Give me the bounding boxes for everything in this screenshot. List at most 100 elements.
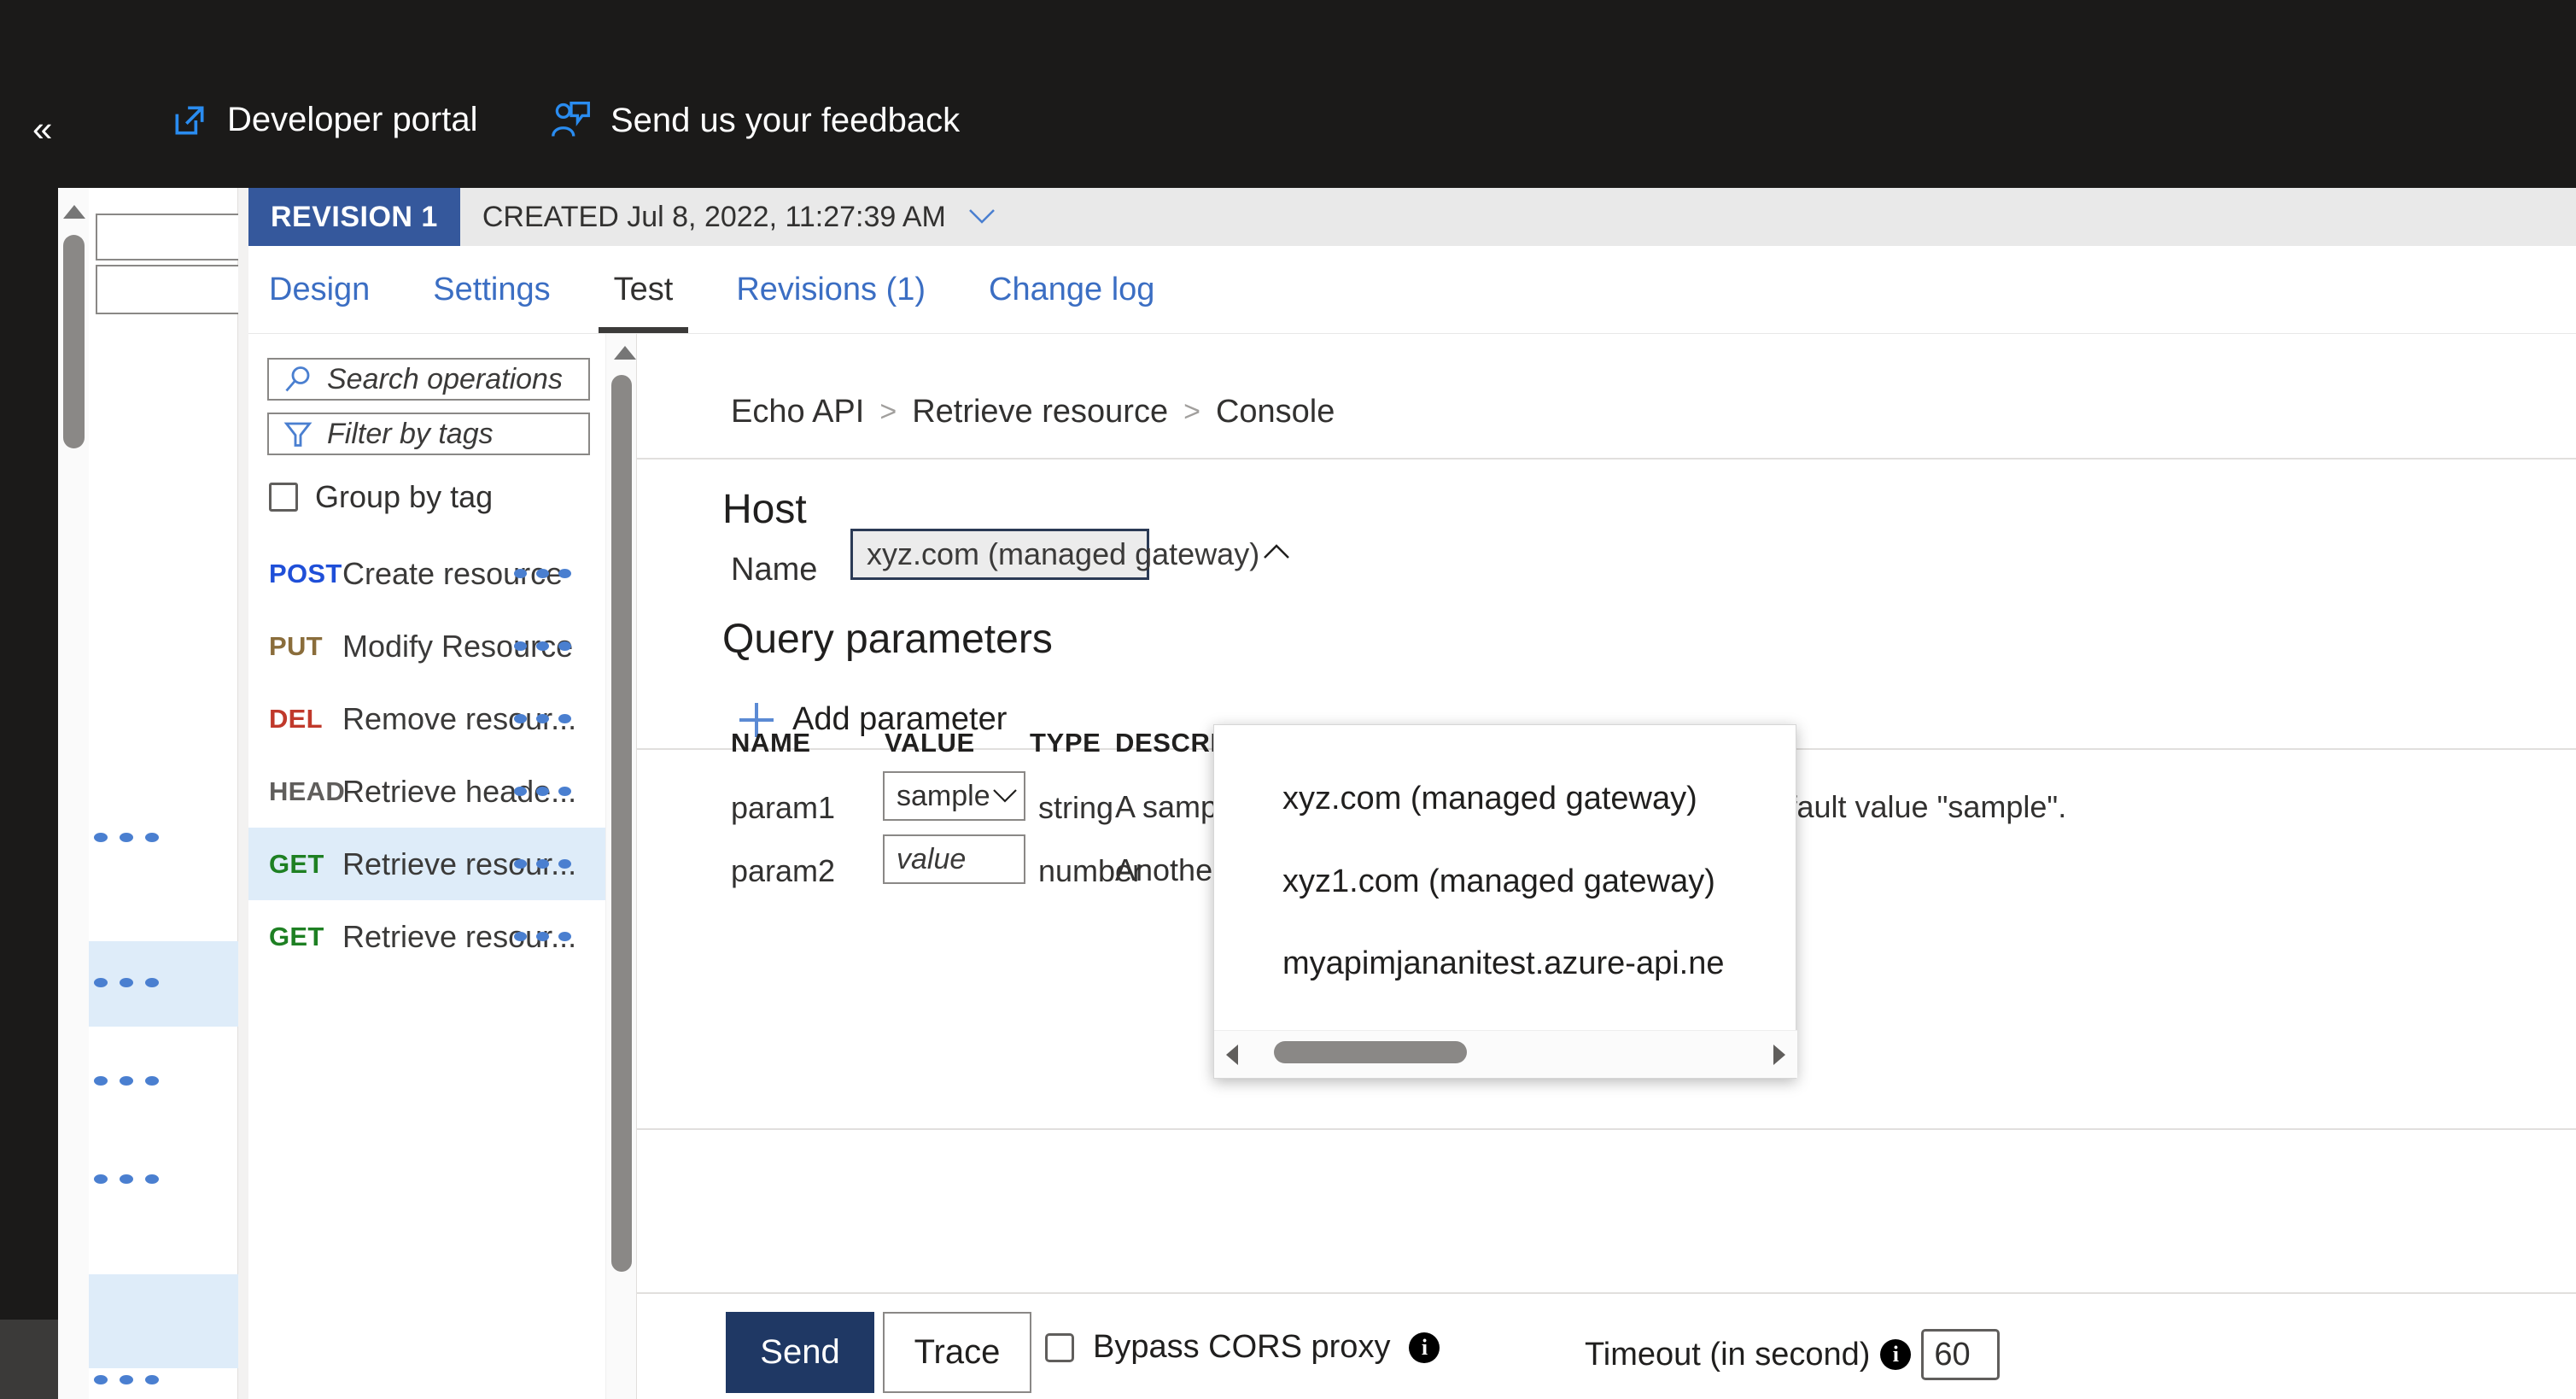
- operation-verb: HEAD: [269, 776, 346, 806]
- trace-button[interactable]: Trace: [883, 1312, 1031, 1393]
- host-name-selected-value: xyz.com (managed gateway): [867, 536, 1260, 571]
- host-heading: Host: [722, 487, 807, 532]
- dropdown-option-xyz1[interactable]: xyz1.com (managed gateway): [1282, 863, 1715, 900]
- operation-verb: POST: [269, 558, 342, 588]
- group-by-tag-row[interactable]: Group by tag: [269, 479, 493, 515]
- revision-bar: REVISION 1 CREATED Jul 8, 2022, 11:27:39…: [248, 188, 2576, 246]
- operation-row-create-resource[interactable]: POST Create resource: [248, 537, 605, 610]
- timeout-row[interactable]: Timeout (in second) i 60: [1585, 1329, 2001, 1380]
- breadcrumb-separator-icon-2: >: [1183, 395, 1200, 428]
- search-icon: [283, 364, 313, 395]
- operation-row-retrieve-resource-2[interactable]: GET Retrieve resour...: [248, 900, 605, 973]
- group-by-tag-checkbox[interactable]: [269, 483, 298, 512]
- send-feedback-button[interactable]: Send us your feedback: [551, 101, 960, 140]
- background-more-icon-3[interactable]: [94, 1074, 159, 1086]
- operation-name: Modify Resource: [342, 628, 574, 664]
- operations-list: POST Create resource PUT Modify Resource…: [248, 537, 605, 973]
- tab-change-log[interactable]: Change log: [989, 246, 1154, 333]
- parameter-name: param2: [731, 853, 836, 888]
- background-panel: [89, 188, 238, 1399]
- operation-more-icon[interactable]: [514, 932, 571, 941]
- operation-more-icon[interactable]: [514, 859, 571, 869]
- operations-scrollbar-thumb[interactable]: [611, 375, 632, 1272]
- breadcrumb-separator-icon: >: [879, 395, 897, 428]
- revision-created[interactable]: CREATED Jul 8, 2022, 11:27:39 AM: [460, 188, 999, 246]
- parameter-value-placeholder: value: [897, 842, 967, 875]
- operation-name: Remove resour...: [342, 700, 577, 736]
- operation-row-remove-resource[interactable]: DEL Remove resour...: [248, 682, 605, 755]
- bypass-cors-row[interactable]: Bypass CORS proxy i: [1045, 1329, 1440, 1366]
- operation-more-icon[interactable]: [514, 714, 571, 723]
- background-more-icon-4[interactable]: [94, 1173, 159, 1185]
- parameter-value-select[interactable]: sample: [883, 771, 1025, 821]
- operation-more-icon[interactable]: [514, 787, 571, 796]
- info-icon[interactable]: i: [1880, 1339, 1912, 1370]
- scroll-right-arrow-icon[interactable]: [1773, 1045, 1785, 1065]
- operation-name: Retrieve resour...: [342, 918, 577, 954]
- host-name-select[interactable]: xyz.com (managed gateway): [850, 529, 1290, 580]
- info-icon[interactable]: i: [1409, 1332, 1440, 1363]
- developer-portal-button[interactable]: Developer portal: [171, 101, 478, 139]
- scroll-up-arrow-icon[interactable]: [614, 346, 636, 360]
- parameter-value: sample: [897, 779, 990, 812]
- timeout-label: Timeout (in second): [1585, 1336, 1871, 1373]
- dropdown-horizontal-scrollbar[interactable]: [1214, 1030, 1797, 1078]
- parameter-type: string: [1038, 790, 1114, 825]
- dropdown-scrollbar-thumb[interactable]: [1274, 1041, 1467, 1063]
- background-more-icon-2[interactable]: [94, 976, 159, 988]
- operation-verb: GET: [269, 921, 324, 951]
- operation-more-icon[interactable]: [514, 569, 571, 578]
- timeout-input[interactable]: 60: [1921, 1329, 2001, 1380]
- host-name-dropdown[interactable]: xyz.com (managed gateway) xyz1.com (mana…: [1213, 724, 1797, 1079]
- filter-icon: [283, 419, 313, 449]
- search-operations-placeholder: Search operations: [327, 362, 563, 395]
- outer-scrollbar-thumb[interactable]: [63, 235, 85, 448]
- dropdown-option-xyz[interactable]: xyz.com (managed gateway): [1282, 781, 1697, 817]
- column-header-value: VALUE: [885, 728, 975, 758]
- api-tabs: Design Settings Test Revisions (1) Chang…: [248, 246, 2576, 333]
- background-row-highlight-2: [89, 1274, 238, 1368]
- collapse-panel-icon[interactable]: «: [32, 111, 52, 147]
- operation-row-retrieve-resource-selected[interactable]: GET Retrieve resour...: [248, 828, 605, 900]
- dropdown-option-azure-api[interactable]: myapimjananitest.azure-api.ne: [1282, 945, 1725, 982]
- query-parameters-heading: Query parameters: [722, 617, 1053, 662]
- operations-scrollbar[interactable]: [605, 334, 636, 1399]
- group-by-tag-label: Group by tag: [315, 479, 494, 514]
- operation-row-modify-resource[interactable]: PUT Modify Resource: [248, 610, 605, 682]
- developer-portal-label: Developer portal: [227, 101, 478, 138]
- search-operations-input[interactable]: Search operations: [267, 358, 590, 401]
- tab-design[interactable]: Design: [269, 246, 370, 333]
- tab-settings[interactable]: Settings: [433, 246, 550, 333]
- filter-by-tags-input[interactable]: Filter by tags: [267, 413, 590, 455]
- bypass-cors-checkbox[interactable]: [1045, 1332, 1074, 1362]
- revision-created-label: CREATED Jul 8, 2022, 11:27:39 AM: [482, 200, 946, 233]
- tab-revisions[interactable]: Revisions (1): [736, 246, 926, 333]
- top-command-bar: « Developer portal Send us your feedback: [0, 0, 2576, 188]
- feedback-person-icon: [551, 101, 592, 140]
- send-button[interactable]: Send: [726, 1312, 874, 1393]
- background-more-icon-5[interactable]: [94, 1373, 159, 1385]
- revision-badge: REVISION 1: [248, 188, 460, 246]
- operation-row-retrieve-header[interactable]: HEAD Retrieve heade...: [248, 755, 605, 828]
- breadcrumb: Echo API > Retrieve resource > Console: [731, 394, 1335, 430]
- divider: [637, 1128, 2576, 1130]
- breadcrumb-item-console: Console: [1215, 394, 1335, 430]
- divider: [637, 1292, 2576, 1294]
- operations-pane: Search operations Filter by tags Group b…: [248, 334, 605, 1399]
- background-more-icon-1[interactable]: [94, 831, 159, 843]
- breadcrumb-item-api[interactable]: Echo API: [731, 394, 864, 430]
- parameter-name: param1: [731, 790, 836, 825]
- external-link-icon: [171, 102, 208, 139]
- operation-more-icon[interactable]: [514, 641, 571, 651]
- tab-test[interactable]: Test: [598, 246, 688, 333]
- scroll-left-arrow-icon[interactable]: [1226, 1045, 1238, 1065]
- breadcrumb-item-operation[interactable]: Retrieve resource: [912, 394, 1168, 430]
- operation-verb: PUT: [269, 630, 323, 661]
- parameter-value-input[interactable]: value: [883, 834, 1025, 884]
- scroll-up-arrow-icon[interactable]: [63, 205, 85, 219]
- column-header-type: TYPE: [1030, 728, 1101, 758]
- chevron-down-icon: [990, 783, 1019, 810]
- left-rail: [0, 188, 58, 1399]
- operation-verb: GET: [269, 848, 324, 879]
- chevron-down-icon[interactable]: [965, 201, 999, 234]
